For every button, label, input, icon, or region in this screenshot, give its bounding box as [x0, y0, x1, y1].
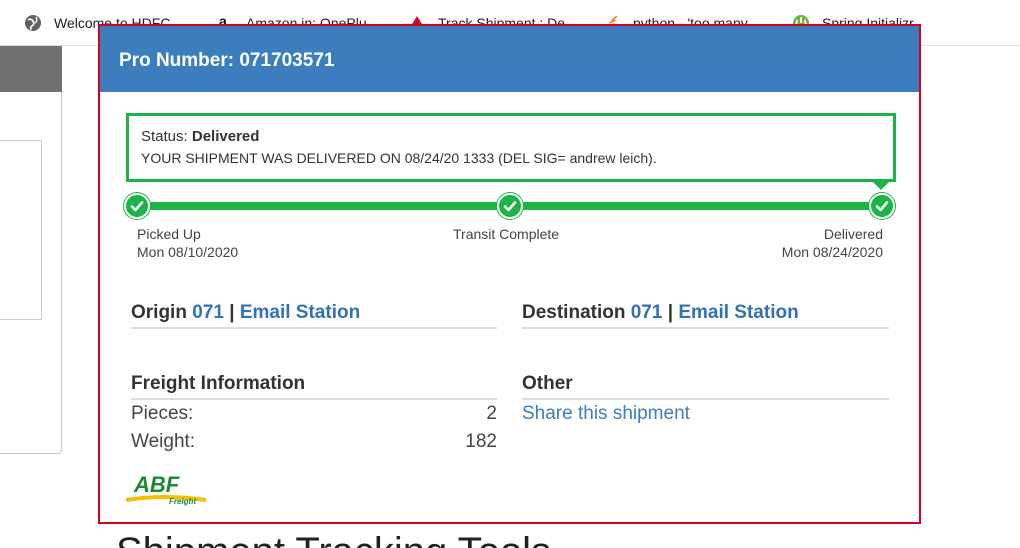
destination-title: Destination — [522, 302, 626, 323]
checkmark-icon — [124, 193, 150, 219]
step-date: Mon 08/10/2020 — [137, 244, 239, 260]
destination-divider — [522, 327, 889, 329]
status-line: Status: Delivered — [141, 128, 259, 145]
step-picked-up: Picked Up Mon 08/10/2020 — [137, 225, 238, 261]
origin-email-station-link[interactable]: Email Station — [240, 302, 360, 323]
card-header: Pro Number: 071703571 — [100, 26, 919, 92]
abf-freight-logo: ABF Freight — [124, 470, 208, 506]
logo-sub: Freight — [169, 497, 196, 506]
weight-label: Weight: — [131, 431, 196, 452]
step-delivered: Delivered Mon 08/24/2020 — [733, 225, 883, 261]
pieces-label: Pieces: — [131, 403, 194, 424]
origin-title: Origin — [131, 302, 187, 323]
pieces-value: 2 — [486, 403, 497, 424]
background-header-bar — [0, 46, 62, 92]
freight-info-title: Freight Information — [131, 373, 306, 394]
status-value: Delivered — [191, 128, 260, 145]
origin-heading: Origin 071 | Email Station — [131, 302, 360, 324]
step-label: Picked Up — [137, 226, 201, 242]
destination-email-station-link[interactable]: Email Station — [678, 302, 798, 323]
destination-heading: Destination 071 | Email Station — [522, 302, 799, 324]
destination-separator: | — [667, 302, 674, 323]
origin-divider — [131, 327, 497, 329]
share-shipment-link[interactable]: Share this shipment — [522, 403, 690, 425]
origin-code-link[interactable]: 071 — [192, 302, 224, 323]
status-message: YOUR SHIPMENT WAS DELIVERED ON 08/24/20 … — [141, 150, 657, 166]
status-label: Status: — [141, 128, 188, 145]
freight-divider — [131, 398, 497, 400]
checkmark-icon — [869, 193, 895, 219]
checkmark-icon — [497, 193, 523, 219]
globe-icon — [24, 14, 42, 32]
destination-code-link[interactable]: 071 — [631, 302, 663, 323]
step-transit-complete: Transit Complete — [453, 225, 559, 243]
step-date: Mon 08/24/2020 — [781, 244, 883, 260]
background-page-heading: Shipment Tracking Tools — [116, 530, 551, 548]
pro-number-title: Pro Number: 071703571 — [119, 50, 335, 71]
logo-brand: ABF — [133, 472, 180, 497]
status-box: Status: Delivered YOUR SHIPMENT WAS DELI… — [126, 113, 896, 182]
other-divider — [522, 398, 889, 400]
other-title: Other — [522, 373, 573, 394]
status-pointer — [872, 181, 890, 190]
step-label: Transit Complete — [453, 226, 560, 242]
origin-separator: | — [229, 302, 235, 323]
tracking-card: Pro Number: 071703571 Status: Delivered … — [98, 24, 921, 524]
background-inner-box — [0, 140, 42, 320]
step-label: Delivered — [823, 226, 883, 242]
weight-value: 182 — [465, 431, 497, 452]
